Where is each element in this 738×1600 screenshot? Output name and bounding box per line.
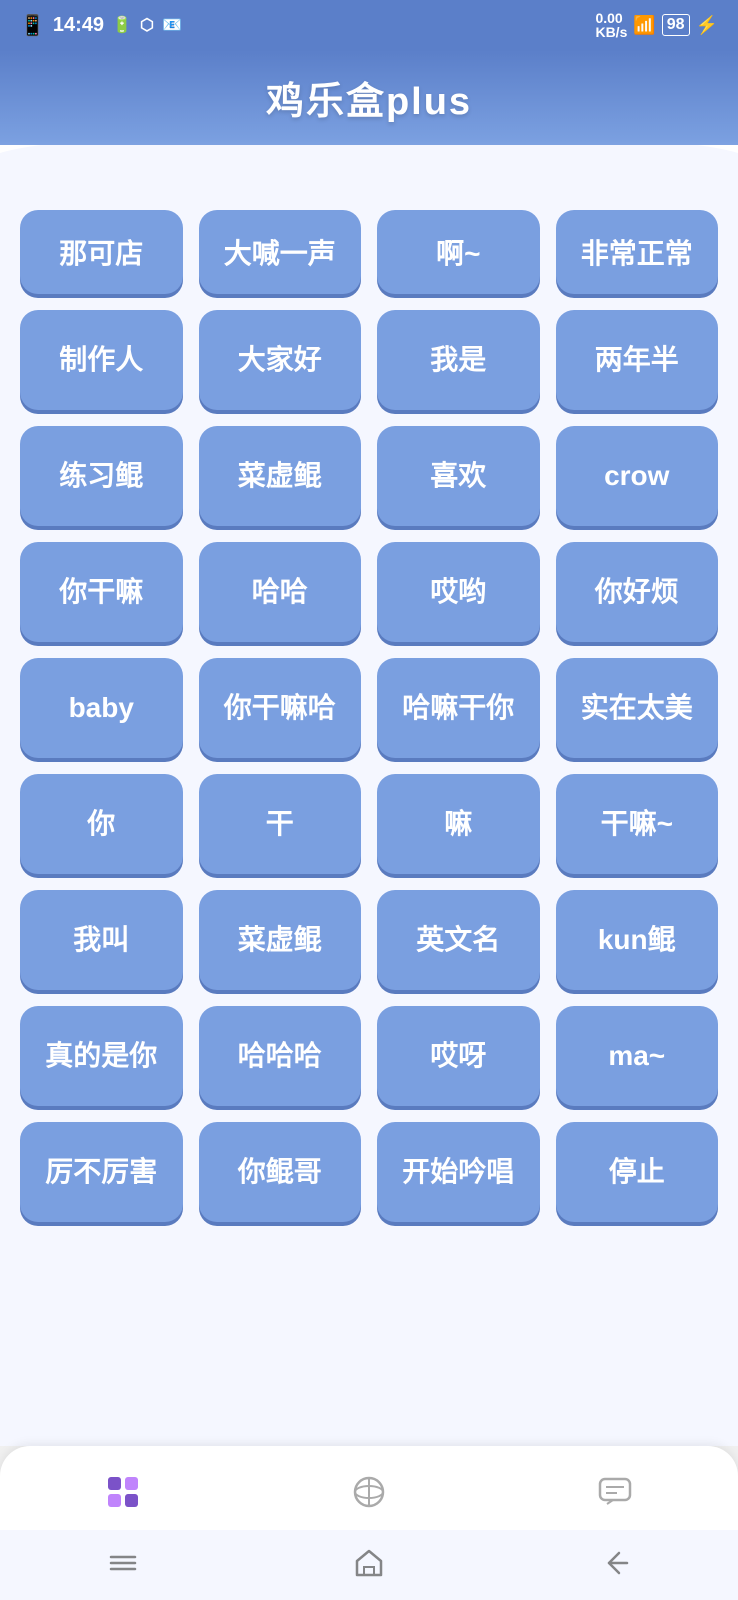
chat-icon	[593, 1470, 637, 1514]
btn-tingzhi[interactable]: 停止	[556, 1122, 719, 1222]
btn-ma-tilde[interactable]: ma~	[556, 1006, 719, 1106]
menu-button[interactable]	[105, 1545, 141, 1586]
status-right: 0.00KB/s 📶 98 ⚡	[595, 11, 718, 39]
status-left: 📱 14:49 🔋 ⬡ 📧	[20, 13, 182, 38]
btn-ni[interactable]: 你	[20, 774, 183, 874]
btn-nake-dian[interactable]: 那可店	[20, 210, 183, 294]
btn-yingwen-ming[interactable]: 英文名	[377, 890, 540, 990]
status-bar: 📱 14:49 🔋 ⬡ 📧 0.00KB/s 📶 98 ⚡	[0, 0, 738, 50]
network-speed: 0.00KB/s	[595, 11, 627, 39]
back-button[interactable]	[597, 1545, 633, 1586]
btn-a-tilde[interactable]: 啊~	[377, 210, 540, 294]
charging-icon: ⚡	[696, 15, 718, 36]
status-sim: 📱	[20, 13, 45, 38]
nav-chat[interactable]	[563, 1464, 667, 1520]
btn-shizai-taimei[interactable]: 实在太美	[556, 658, 719, 758]
btn-ma[interactable]: 嘛	[377, 774, 540, 874]
btn-caixu-kun[interactable]: 菜虚鲲	[199, 426, 362, 526]
status-icon1: 🔋	[112, 15, 132, 35]
btn-ni-ganma-ha[interactable]: 你干嘛哈	[199, 658, 362, 758]
btn-ni-kun-ge[interactable]: 你鲲哥	[199, 1122, 362, 1222]
btn-dahan-yisheng[interactable]: 大喊一声	[199, 210, 362, 294]
btn-wo-jiao[interactable]: 我叫	[20, 890, 183, 990]
battery-level: 98	[662, 14, 690, 36]
system-navigation	[0, 1530, 738, 1600]
btn-zhende-shini[interactable]: 真的是你	[20, 1006, 183, 1106]
btn-crow[interactable]: crow	[556, 426, 719, 526]
btn-gan[interactable]: 干	[199, 774, 362, 874]
btn-dajia-hao[interactable]: 大家好	[199, 310, 362, 410]
main-content: 那可店 大喊一声 啊~ 非常正常 制作人 大家好 我是 两年半 练习鲲 菜虚鲲 …	[0, 200, 738, 1446]
btn-kaishi-yinchang[interactable]: 开始吟唱	[377, 1122, 540, 1222]
status-time: 14:49	[53, 14, 104, 37]
cloud-decoration	[0, 145, 738, 200]
btn-liang-nian-ban[interactable]: 两年半	[556, 310, 719, 410]
nav-home[interactable]	[71, 1464, 175, 1520]
btn-xi-huan[interactable]: 喜欢	[377, 426, 540, 526]
wifi-icon: 📶	[633, 15, 655, 36]
button-grid: 制作人 大家好 我是 两年半 练习鲲 菜虚鲲 喜欢 crow 你干嘛 哈哈 哎哟…	[20, 310, 718, 1222]
btn-ha-ha-ha[interactable]: 哈哈哈	[199, 1006, 362, 1106]
btn-ni-ganma[interactable]: 你干嘛	[20, 542, 183, 642]
btn-lianxi-kun[interactable]: 练习鲲	[20, 426, 183, 526]
btn-ai-yo[interactable]: 哎哟	[377, 542, 540, 642]
home-button[interactable]	[351, 1545, 387, 1586]
btn-ni-hao-fan[interactable]: 你好烦	[556, 542, 719, 642]
nav-discover[interactable]	[317, 1464, 421, 1520]
grid-icon	[101, 1470, 145, 1514]
btn-caixu-kun2[interactable]: 菜虚鲲	[199, 890, 362, 990]
status-icon3: 📧	[162, 15, 182, 35]
app-title: 鸡乐盒plus	[0, 60, 738, 145]
planet-icon	[347, 1470, 391, 1514]
btn-feichang-zhengchang[interactable]: 非常正常	[556, 210, 719, 294]
status-icon2: ⬡	[140, 15, 154, 35]
btn-ha-ma-gan-ni[interactable]: 哈嘛干你	[377, 658, 540, 758]
btn-zhizuoren[interactable]: 制作人	[20, 310, 183, 410]
partial-button-row: 那可店 大喊一声 啊~ 非常正常	[20, 210, 718, 294]
btn-kun-kun[interactable]: kun鲲	[556, 890, 719, 990]
btn-wo-shi[interactable]: 我是	[377, 310, 540, 410]
bottom-navigation	[0, 1446, 738, 1530]
btn-ganma-tilde[interactable]: 干嘛~	[556, 774, 719, 874]
btn-baby[interactable]: baby	[20, 658, 183, 758]
btn-ha-ha[interactable]: 哈哈	[199, 542, 362, 642]
btn-li-bu-lihai[interactable]: 厉不厉害	[20, 1122, 183, 1222]
btn-ai-ya[interactable]: 哎呀	[377, 1006, 540, 1106]
app-header: 鸡乐盒plus	[0, 50, 738, 200]
